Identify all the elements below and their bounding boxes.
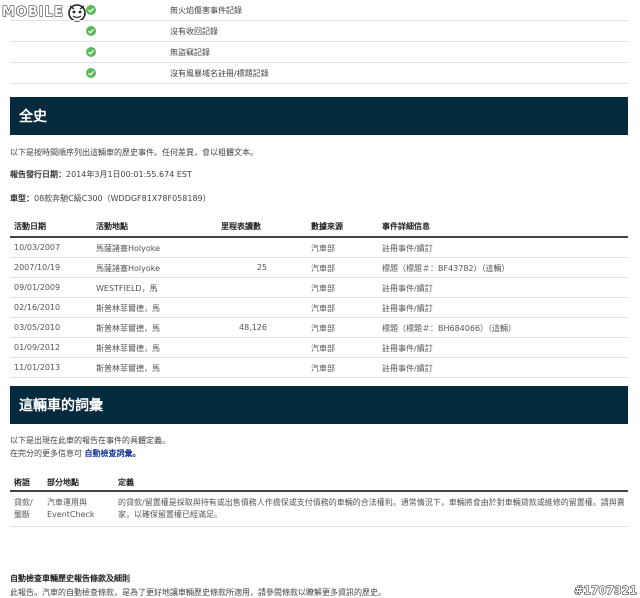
section: 汽車運用與 EventCheck xyxy=(47,497,95,521)
section-line: EventCheck xyxy=(47,510,95,519)
col-details: 事件詳細信息 xyxy=(382,222,430,231)
report-date-value: 2014年3月1日00:01:55.674 EST xyxy=(66,170,192,179)
check-label: 無火焰傷害事件記錄 xyxy=(170,6,242,15)
table-row: 01/09/2012 斯普林菲爾德，馬 汽車部 註冊事件/續訂 xyxy=(10,338,628,358)
glossary-table: 術語 部分地點 定義 貸款/ 壟斷 汽車運用與 EventCheck 的貸款/留… xyxy=(10,474,628,527)
check-row: 無盜竊記錄 xyxy=(10,42,628,63)
col-definition: 定義 xyxy=(118,478,134,487)
check-circle-icon xyxy=(86,47,96,57)
row-details: 註冊事件/續訂 xyxy=(382,244,433,253)
history-heading: 全史 xyxy=(10,97,628,135)
table-header: 術語 部分地點 定義 xyxy=(10,474,628,492)
table-row: 09/01/2009 WESTFIELD，馬 汽車部 註冊事件/續訂 xyxy=(10,278,628,298)
row-location: 馬薩諸塞Holyoke xyxy=(96,244,161,253)
table-row: 02/16/2010 斯普林菲爾德，馬 汽車部 註冊事件/續訂 xyxy=(10,298,628,318)
model-label: 車型： xyxy=(10,194,34,203)
row-details: 註冊事件/續訂 xyxy=(382,304,433,313)
more-info-text: 在完分的更多信息可 xyxy=(10,449,82,458)
row-details: 標題（標題＃：BF43782）（這輛） xyxy=(382,264,510,273)
col-section: 部分地點 xyxy=(47,478,79,487)
row-details: 註冊事件/續訂 xyxy=(382,364,433,373)
row-odometer: 48,126 xyxy=(239,323,267,332)
glossary-link[interactable]: 自動檢查詞彙。 xyxy=(85,449,141,458)
watermark: #1707321 xyxy=(574,584,638,598)
col-term: 術語 xyxy=(14,478,30,487)
row-odometer: 25 xyxy=(256,263,267,272)
row-date: 02/16/2010 xyxy=(14,303,61,312)
row-source: 汽車部 xyxy=(311,244,335,253)
definition: 的貸款/留置權是採取與持有或出售債務人作擔保或支付債務的車輛的合法權利。通常情況… xyxy=(118,498,625,519)
vehicle-model: 車型：08款奔馳C級C300（WDDGF81X78F058189） xyxy=(10,193,211,204)
row-date: 2007/10/19 xyxy=(14,263,61,272)
glossary-more-info: 在完分的更多信息可 自動檢查詞彙。 xyxy=(10,448,141,459)
summary-checks: 無火焰傷害事件記錄 沒有收回記錄 無盜竊記錄 沒有風暴域名註冊/標題記錄 xyxy=(10,0,628,84)
row-source: 汽車部 xyxy=(311,324,335,333)
glossary-intro: 以下是出現在此車的報告在事件的具體定義。 xyxy=(10,436,170,445)
table-row: 03/05/2010 斯普林菲爾德，馬 48,126 汽車部 標題（標題＃：BH… xyxy=(10,318,628,338)
check-row: 沒有收回記錄 xyxy=(10,21,628,42)
table-row: 11/01/2013 斯普林菲爾德，馬 汽車部 註冊事件/續訂 xyxy=(10,358,628,378)
term-line: 壟斷 xyxy=(14,510,30,519)
row-source: 汽車部 xyxy=(311,284,335,293)
check-row: 無火焰傷害事件記錄 xyxy=(10,0,628,21)
check-circle-icon xyxy=(86,68,96,78)
row-source: 汽車部 xyxy=(311,344,335,353)
row-location: 斯普林菲爾德，馬 xyxy=(96,344,160,353)
row-date: 10/03/2007 xyxy=(14,243,61,252)
row-location: 斯普林菲爾德，馬 xyxy=(96,304,160,313)
report-date-label: 報告發行日期： xyxy=(10,170,66,179)
check-circle-icon xyxy=(86,26,96,36)
model-value: 08款奔馳C級C300（WDDGF81X78F058189） xyxy=(34,194,211,203)
row-date: 03/05/2010 xyxy=(14,323,61,332)
table-row: 10/03/2007 馬薩諸塞Holyoke 汽車部 註冊事件/續訂 xyxy=(10,238,628,258)
terms-text: 此報告。汽車的自動檢查條款，是為了更好地讓車輛歷史條款所適用，請參閱條款以瞭解更… xyxy=(10,588,386,597)
row-details: 註冊事件/續訂 xyxy=(382,344,433,353)
row-location: 馬薩諸塞Holyoke xyxy=(96,264,161,273)
table-row: 2007/10/19 馬薩諸塞Holyoke 25 汽車部 標題（標題＃：BF4… xyxy=(10,258,628,278)
table-header: 活動日期 活動地點 里程表讀數 數據來源 事件詳細信息 xyxy=(10,216,628,238)
term-line: 貸款/ xyxy=(14,498,33,507)
table-row: 貸款/ 壟斷 汽車運用與 EventCheck 的貸款/留置權是採取與持有或出售… xyxy=(10,492,628,527)
row-date: 09/01/2009 xyxy=(14,283,61,292)
history-intro: 以下是按時間順序列出這輛車的歷史事件。任何差異，會以粗體文本。 xyxy=(10,148,258,157)
col-odometer: 里程表讀數 xyxy=(221,222,261,231)
check-label: 沒有收回記錄 xyxy=(170,27,218,36)
history-table: 活動日期 活動地點 里程表讀數 數據來源 事件詳細信息 10/03/2007 馬… xyxy=(10,216,628,378)
row-details: 標題（標題＃：BH684066）（這輛） xyxy=(382,324,517,333)
glossary-heading: 這輛車的詞彙 xyxy=(10,386,628,424)
check-row: 沒有風暴域名註冊/標題記錄 xyxy=(10,63,628,84)
col-source: 數據來源 xyxy=(311,222,343,231)
report-date: 報告發行日期：2014年3月1日00:01:55.674 EST xyxy=(10,169,192,180)
check-label: 無盜竊記錄 xyxy=(170,48,210,57)
row-source: 汽車部 xyxy=(311,264,335,273)
row-date: 01/09/2012 xyxy=(14,343,61,352)
check-circle-icon xyxy=(86,5,96,15)
col-date: 活動日期 xyxy=(14,222,46,231)
row-source: 汽車部 xyxy=(311,304,335,313)
row-source: 汽車部 xyxy=(311,364,335,373)
section-line: 汽車運用與 xyxy=(47,498,87,507)
row-date: 11/01/2013 xyxy=(14,363,61,372)
row-location: 斯普林菲爾德，馬 xyxy=(96,324,160,333)
term: 貸款/ 壟斷 xyxy=(14,497,33,521)
row-location: WESTFIELD，馬 xyxy=(96,284,158,293)
row-details: 註冊事件/續訂 xyxy=(382,284,433,293)
check-label: 沒有風暴域名註冊/標題記錄 xyxy=(170,69,269,78)
col-location: 活動地點 xyxy=(96,222,128,231)
row-location: 斯普林菲爾德，馬 xyxy=(96,364,160,373)
terms-title: 自動檢查車輛歷史報告條款及細則 xyxy=(10,574,130,583)
